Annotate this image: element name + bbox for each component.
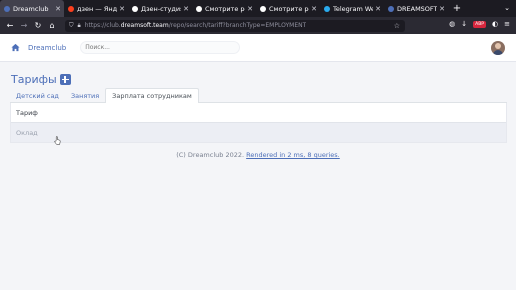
close-tab-icon[interactable]: ✕ bbox=[375, 5, 381, 13]
browser-tab-dreamclub[interactable]: Dreamclub ✕ bbox=[0, 0, 64, 17]
app-header: Dreamclub bbox=[0, 34, 516, 62]
browser-tab-video-1[interactable]: Смотрите рол ✕ bbox=[192, 0, 256, 17]
dzen-favicon-icon bbox=[132, 5, 138, 12]
brand-link[interactable]: Dreamclub bbox=[28, 44, 66, 52]
browser-tab-title: Смотрите рол bbox=[205, 4, 245, 13]
add-tariff-button[interactable] bbox=[59, 74, 71, 85]
column-header-tariff: Тариф bbox=[16, 108, 38, 117]
mouse-cursor-icon bbox=[54, 136, 61, 145]
reload-icon[interactable]: ↻ bbox=[31, 21, 45, 30]
browser-tab-strip: Dreamclub ✕ дзен — Яндекс ✕ Дзен-студия … bbox=[0, 0, 516, 17]
table-header: Тариф bbox=[11, 103, 506, 123]
browser-tab-dreamsoft[interactable]: DREAMSOFT | П ✕ bbox=[384, 0, 448, 17]
back-arrow-icon[interactable]: ← bbox=[3, 21, 17, 30]
tab-kindergarten[interactable]: Детский сад bbox=[10, 88, 65, 103]
url-text[interactable]: https://club.dreamsoft.team/repo/search/… bbox=[85, 22, 307, 29]
bookmark-star-icon[interactable]: ☆ bbox=[394, 22, 400, 30]
home-icon[interactable]: ⌂ bbox=[45, 21, 59, 30]
dreamclub-favicon-icon bbox=[4, 5, 10, 12]
browser-tab-title: Дзен-студия | bbox=[141, 4, 182, 13]
avatar-body bbox=[493, 50, 503, 55]
tariff-table: Тариф Оклад bbox=[10, 103, 507, 143]
close-tab-icon[interactable]: ✕ bbox=[183, 5, 189, 13]
avatar-head bbox=[495, 43, 501, 49]
tab-list-chevron-icon[interactable]: ⌄ bbox=[504, 4, 510, 12]
yandex-favicon-icon bbox=[68, 5, 74, 12]
browser-tab-title: дзен — Яндекс bbox=[77, 4, 118, 13]
browser-tab-yandex[interactable]: дзен — Яндекс ✕ bbox=[64, 0, 128, 17]
browser-tab-title: Telegram Web bbox=[333, 4, 374, 13]
new-tab-icon[interactable]: + bbox=[448, 0, 466, 17]
browser-tab-telegram[interactable]: Telegram Web ✕ bbox=[320, 0, 384, 17]
browser-tab-title: DREAMSOFT | П bbox=[397, 4, 438, 13]
home-icon[interactable] bbox=[11, 43, 20, 52]
dzen-favicon-icon bbox=[196, 5, 202, 12]
close-tab-icon[interactable]: ✕ bbox=[439, 5, 445, 13]
dzen-favicon-icon bbox=[260, 5, 266, 12]
page-title: Тарифы bbox=[11, 73, 57, 86]
dreamsoft-favicon-icon bbox=[388, 5, 394, 12]
footer-render-link[interactable]: Rendered in 2 ms, 8 queries. bbox=[246, 151, 340, 159]
avatar[interactable] bbox=[491, 41, 505, 55]
table-row[interactable]: Оклад bbox=[11, 123, 506, 142]
footer-copyright: (C) Dreamclub 2022. bbox=[176, 151, 245, 159]
close-tab-icon[interactable]: ✕ bbox=[55, 5, 61, 13]
close-tab-icon[interactable]: ✕ bbox=[311, 5, 317, 13]
table-cell-tariff[interactable]: Оклад bbox=[16, 129, 38, 137]
browser-toolbar: ← → ↻ ⌂ ⛉ 🔒︎ https://club.dreamsoft.team… bbox=[0, 17, 516, 34]
close-tab-icon[interactable]: ✕ bbox=[247, 5, 253, 13]
lock-icon[interactable]: 🔒︎ bbox=[78, 22, 81, 30]
browser-tab-title: Смотрите рол bbox=[269, 4, 309, 13]
adblock-extension-icon[interactable]: ABP bbox=[473, 20, 487, 28]
footer: (C) Dreamclub 2022. Rendered in 2 ms, 8 … bbox=[0, 151, 516, 159]
browser-tab-title: Dreamclub bbox=[13, 4, 49, 13]
address-bar[interactable]: ⛉ 🔒︎ https://club.dreamsoft.team/repo/se… bbox=[65, 19, 405, 32]
forward-arrow-icon[interactable]: → bbox=[17, 21, 31, 30]
telegram-favicon-icon bbox=[324, 5, 330, 12]
search-input[interactable] bbox=[80, 41, 241, 54]
page-header: Тарифы bbox=[11, 73, 71, 86]
extension-icon[interactable]: ◐ bbox=[492, 20, 498, 28]
browser-tab-video-2[interactable]: Смотрите рол ✕ bbox=[256, 0, 320, 17]
tariff-tabs: Детский сад Занятия Зарплата сотрудникам bbox=[10, 88, 507, 104]
pocket-icon[interactable]: ◍ bbox=[449, 20, 455, 28]
tab-classes[interactable]: Занятия bbox=[65, 88, 105, 103]
menu-hamburger-icon[interactable]: ≡ bbox=[504, 20, 510, 28]
tab-salary[interactable]: Зарплата сотрудникам bbox=[105, 88, 199, 104]
shield-icon[interactable]: ⛉ bbox=[69, 22, 74, 30]
close-tab-icon[interactable]: ✕ bbox=[119, 5, 125, 13]
browser-tab-dzen-studio[interactable]: Дзен-студия | ✕ bbox=[128, 0, 192, 17]
download-icon[interactable]: ↓ bbox=[461, 20, 467, 28]
